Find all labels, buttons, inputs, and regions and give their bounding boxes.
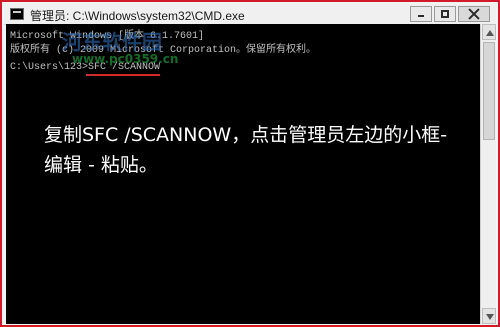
watermark-url: www.pc0359.cn [72, 52, 179, 66]
maximize-button[interactable] [434, 6, 456, 22]
chevron-up-icon [486, 30, 494, 36]
scroll-down-button[interactable] [482, 308, 496, 324]
command-underline [86, 74, 160, 76]
title-bar[interactable]: 管理员: C:\Windows\system32\CMD.exe [4, 4, 496, 25]
close-icon [459, 7, 489, 21]
minimize-icon [418, 15, 424, 17]
vertical-scrollbar[interactable] [480, 24, 496, 324]
window-controls [410, 6, 490, 22]
minimize-button[interactable] [410, 6, 432, 22]
maximize-icon [441, 10, 449, 18]
chevron-down-icon [486, 314, 494, 320]
scroll-thumb[interactable] [483, 42, 495, 140]
cmd-app-icon[interactable] [10, 8, 24, 20]
scroll-up-button[interactable] [482, 24, 496, 40]
watermark-logo-text: 河东软件园 [62, 30, 162, 54]
console-output[interactable]: Microsoft Windows [版本 6.1.7601] 版权所有 (c)… [6, 24, 480, 324]
window-title: 管理员: C:\Windows\system32\CMD.exe [30, 9, 245, 23]
close-button[interactable] [458, 6, 490, 22]
cmd-window: 管理员: C:\Windows\system32\CMD.exe Microso… [0, 0, 500, 327]
instruction-overlay-text: 复制SFC /SCANNOW，点击管理员左边的小框-编辑 - 粘贴。 [44, 124, 448, 176]
